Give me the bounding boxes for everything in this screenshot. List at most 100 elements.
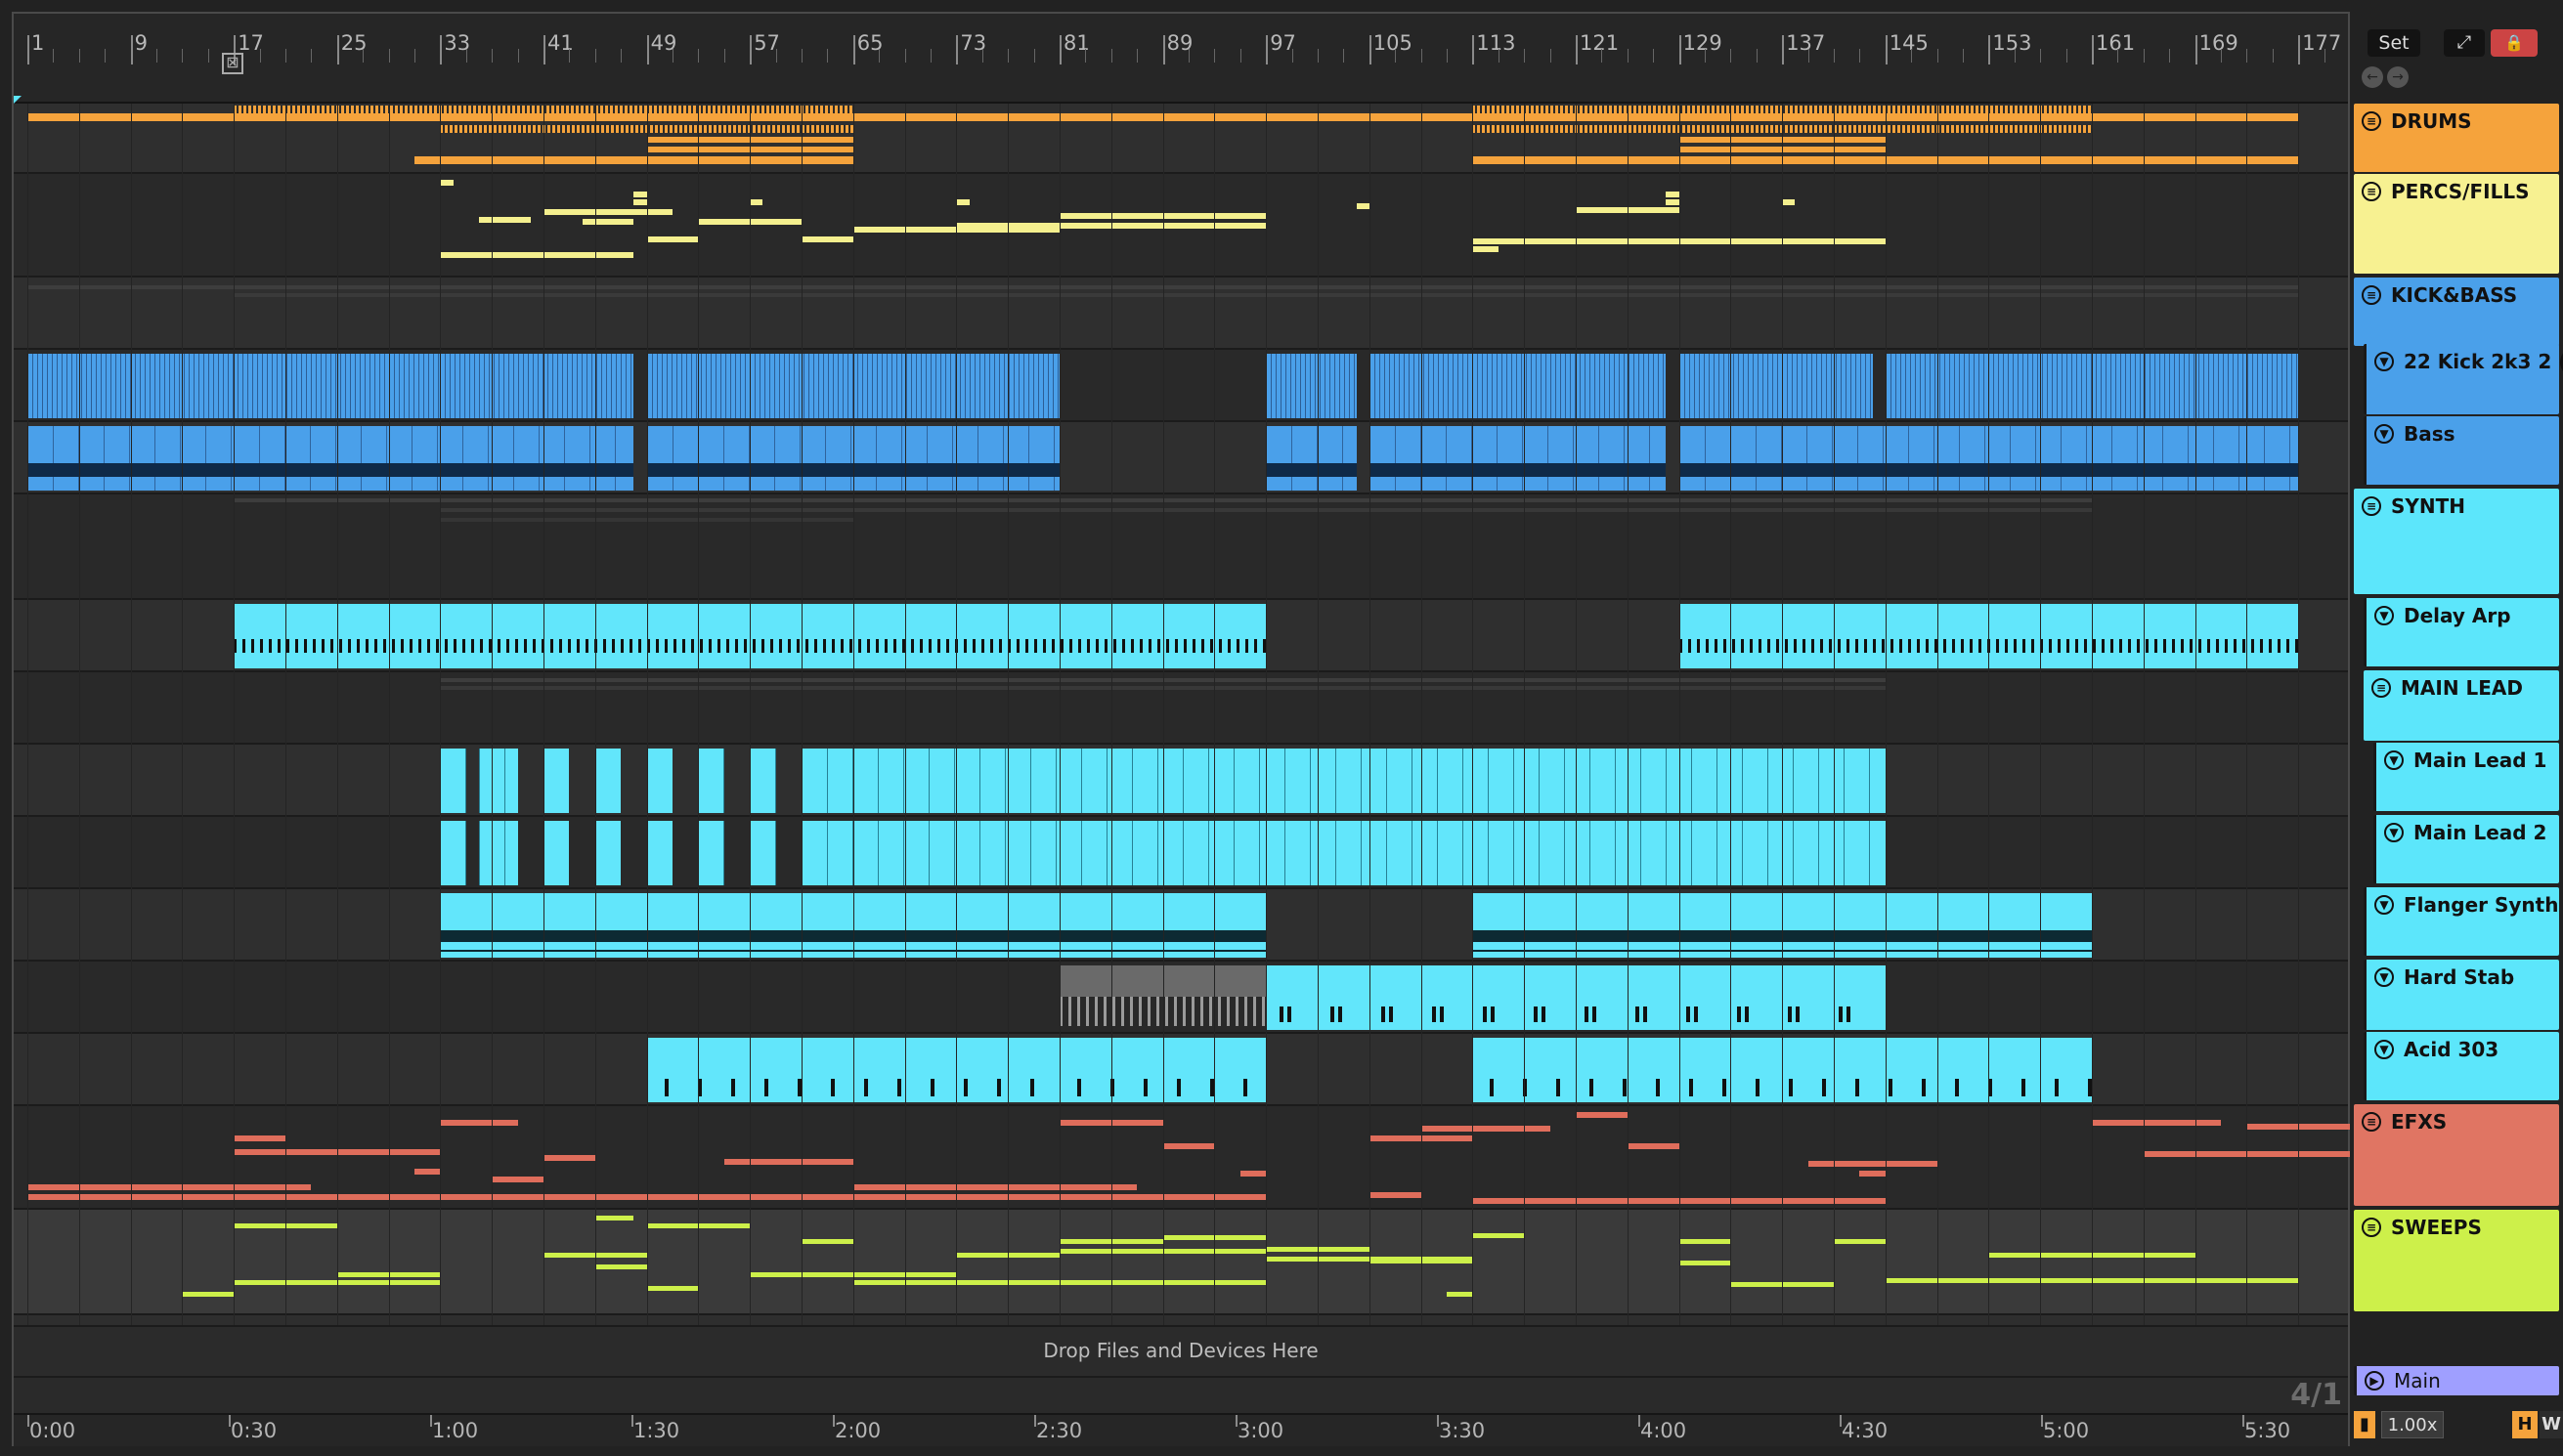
track-header-efxs[interactable]: ≡ EFXS <box>2354 1104 2559 1206</box>
track-header-percs-fills[interactable]: ≡ PERCS/FILLS <box>2354 174 2559 274</box>
start-marker-icon[interactable] <box>14 96 22 104</box>
track-fold-icon[interactable]: ▼ <box>2384 750 2404 770</box>
clip[interactable] <box>1368 354 1667 418</box>
clip[interactable] <box>1266 354 1357 418</box>
track-fold-icon[interactable]: ▼ <box>2374 352 2394 371</box>
track-header-flanger-synth[interactable]: ▼ Flanger Synth <box>2364 887 2559 956</box>
main-track-icon[interactable]: ▶ <box>2365 1371 2384 1391</box>
bar-tick <box>2092 35 2094 64</box>
lane-sweeps[interactable] <box>14 1210 2348 1315</box>
track-header-sweeps[interactable]: ≡ SWEEPS <box>2354 1210 2559 1311</box>
clip[interactable] <box>479 821 518 885</box>
lane-main-lead-1[interactable] <box>14 745 2348 817</box>
group-fold-icon[interactable]: ≡ <box>2362 496 2381 516</box>
clip[interactable] <box>440 749 466 813</box>
track-fold-icon[interactable]: ▼ <box>2374 895 2394 915</box>
note-bar <box>956 199 970 205</box>
lane-efxs[interactable] <box>14 1106 2376 1210</box>
lane-percs-fills[interactable] <box>14 174 2348 278</box>
clip[interactable] <box>698 821 724 885</box>
lane-synth[interactable] <box>14 494 2348 600</box>
track-header-bass[interactable]: ▼ Bass <box>2364 416 2559 485</box>
track-lanes[interactable] <box>14 104 2376 1325</box>
clip[interactable] <box>1266 426 1357 491</box>
track-header-synth[interactable]: ≡ SYNTH <box>2354 489 2559 594</box>
grid-line <box>234 104 236 1325</box>
h-toggle[interactable]: H <box>2512 1411 2538 1438</box>
track-fold-icon[interactable]: ▼ <box>2374 606 2394 625</box>
track-fold-icon[interactable]: ▼ <box>2374 967 2394 987</box>
track-header-main-lead-2[interactable]: ▼ Main Lead 2 <box>2373 815 2559 883</box>
lane-drums[interactable] <box>14 104 2348 174</box>
lane-main-lead[interactable] <box>14 672 2348 745</box>
grid-line <box>1162 104 1164 1325</box>
lane-delay-arp[interactable] <box>14 600 2348 672</box>
bar-number: 153 <box>1992 31 2032 55</box>
clip[interactable] <box>646 821 673 885</box>
clip[interactable] <box>646 749 673 813</box>
lane-22-kick-2k3-2-[interactable] <box>14 350 2348 422</box>
track-fold-icon[interactable]: ▼ <box>2374 1040 2394 1059</box>
main-track-lane[interactable]: 4/1 <box>14 1376 2348 1415</box>
track-header-hard-stab[interactable]: ▼ Hard Stab <box>2364 960 2559 1030</box>
track-header-main-lead-1[interactable]: ▼ Main Lead 1 <box>2373 743 2559 811</box>
clip[interactable] <box>234 426 634 491</box>
group-fold-icon[interactable]: ≡ <box>2362 111 2381 131</box>
arrangement-view[interactable]: 1 9 17 25 33 41 49 57 65 73 81 89 97 105 113 121 129 137 1… <box>12 12 2377 1446</box>
clip[interactable] <box>594 821 622 885</box>
lane-kick-bass[interactable] <box>14 278 2348 350</box>
grid-line <box>1627 104 1629 1325</box>
loop-marker-icon[interactable]: ⊠ <box>222 53 243 74</box>
track-fold-icon[interactable]: ▼ <box>2374 424 2394 444</box>
w-toggle[interactable]: W <box>2540 1411 2563 1438</box>
clip[interactable] <box>827 749 1886 813</box>
set-button[interactable]: Set <box>2368 29 2420 57</box>
bar-number: 129 <box>1682 31 1722 55</box>
cpu-meter-icon[interactable]: ▮ <box>2354 1411 2375 1438</box>
drop-area[interactable]: Drop Files and Devices Here <box>14 1325 2348 1376</box>
track-header-main-lead[interactable]: ≡ MAIN LEAD <box>2364 670 2559 741</box>
grid-line <box>336 104 338 1325</box>
clip[interactable] <box>750 821 776 885</box>
group-fold-icon[interactable]: ≡ <box>2362 1218 2381 1237</box>
clip[interactable] <box>827 821 1886 885</box>
track-header-22-kick-2k3-2-[interactable]: ▼ 22 Kick 2k3 2 ( <box>2364 344 2563 414</box>
nav-forward-icon[interactable]: → <box>2387 66 2409 88</box>
track-header-kick-bass[interactable]: ≡ KICK&BASS <box>2354 278 2559 346</box>
clip[interactable] <box>698 749 724 813</box>
time-ruler[interactable]: 0:00 0:30 1:00 1:30 2:00 2:30 3:00 3:30 4:00 4:30… <box>14 1413 2348 1446</box>
group-fold-icon[interactable]: ≡ <box>2362 182 2381 201</box>
group-fold-icon[interactable]: ≡ <box>2362 285 2381 305</box>
track-header-drums[interactable]: ≡ DRUMS <box>2354 104 2559 172</box>
lane-main-lead-2[interactable] <box>14 817 2348 889</box>
beat-tick <box>1420 49 1422 63</box>
track-header-main[interactable]: ▶ Main <box>2354 1366 2559 1395</box>
group-fold-icon[interactable]: ≡ <box>2371 678 2391 698</box>
nav-back-icon[interactable]: ← <box>2362 66 2383 88</box>
lane-bass[interactable] <box>14 422 2348 494</box>
track-name: Bass <box>2404 422 2455 446</box>
time-label: 4:30 <box>1842 1419 1889 1442</box>
lock-icon[interactable]: 🔒 <box>2491 29 2538 57</box>
lane-hard-stab[interactable] <box>14 962 2348 1034</box>
lane-flanger-synth[interactable] <box>14 889 2348 962</box>
beat-time-ruler[interactable]: 1 9 17 25 33 41 49 57 65 73 81 89 97 105 113 121 129 137 1… <box>14 14 2377 104</box>
clip[interactable] <box>1678 354 1873 418</box>
note-bar <box>1576 1112 1628 1118</box>
clip[interactable] <box>594 749 622 813</box>
track-header-acid-303[interactable]: ▼ Acid 303 <box>2364 1032 2559 1100</box>
beat-tick <box>879 49 881 63</box>
track-fold-icon[interactable]: ▼ <box>2384 823 2404 842</box>
lane-acid-303[interactable] <box>14 1034 2348 1106</box>
clip[interactable] <box>1368 426 1667 491</box>
clip[interactable] <box>440 821 466 885</box>
clip[interactable] <box>543 749 570 813</box>
zoom-field[interactable]: 1.00x <box>2381 1411 2444 1438</box>
clip[interactable] <box>543 821 570 885</box>
clip[interactable] <box>440 354 634 418</box>
expand-arrows-icon[interactable]: ⤢ <box>2444 29 2485 57</box>
clip[interactable] <box>479 749 518 813</box>
group-fold-icon[interactable]: ≡ <box>2362 1112 2381 1132</box>
track-header-delay-arp[interactable]: ▼ Delay Arp <box>2364 598 2559 666</box>
clip[interactable] <box>750 749 776 813</box>
